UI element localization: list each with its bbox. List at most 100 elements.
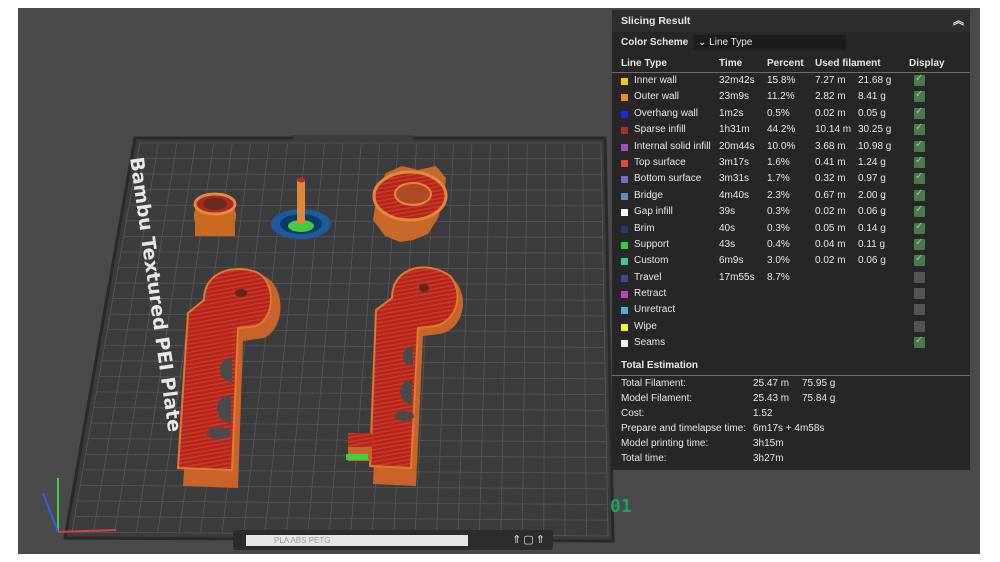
color-scheme-select[interactable]: ⌄ Line Type <box>694 35 846 50</box>
line-time: 40s <box>719 222 736 234</box>
table-row: Sparse infill 1h31m 44.2% 10.14 m 30.25 g <box>612 122 970 138</box>
display-checkbox[interactable] <box>914 122 925 136</box>
line-time: 6m9s <box>719 255 744 267</box>
display-checkbox[interactable] <box>914 155 925 168</box>
table-row: Retract <box>612 286 970 302</box>
display-checkbox[interactable] <box>914 335 925 349</box>
line-length: 2.82 m <box>815 91 846 103</box>
color-swatch <box>621 307 628 315</box>
color-swatch <box>621 176 628 184</box>
estimate-row: Model printing time: 3h15m <box>612 436 970 451</box>
line-time: 43s <box>719 238 736 250</box>
panel-header[interactable]: Slicing Result ︽ <box>612 10 970 32</box>
line-type-name: Internal solid infill <box>634 140 711 152</box>
display-checkbox[interactable] <box>914 89 925 103</box>
line-weight: 0.06 g <box>858 206 886 218</box>
estimate-label: Model printing time: <box>621 437 709 449</box>
color-swatch <box>621 225 628 233</box>
col-used-filament: Used filament <box>815 58 881 69</box>
filament-label: PLA ABS PETG <box>246 535 468 546</box>
line-time: 3m17s <box>719 156 750 168</box>
line-type-name: Sparse infill <box>634 124 686 136</box>
line-time: 23m9s <box>719 91 750 103</box>
line-time: 39s <box>719 206 736 218</box>
line-type-name: Gap infill <box>634 206 673 218</box>
estimate-row: Total Filament: 25.47 m 75.95 g <box>612 376 970 391</box>
col-display: Display <box>909 58 945 69</box>
line-percent: 2.3% <box>767 189 790 201</box>
table-row: Inner wall 32m42s 15.8% 7.27 m 21.68 g <box>612 73 970 89</box>
color-scheme-label: Color Scheme <box>621 37 689 48</box>
display-checkbox[interactable] <box>914 253 925 267</box>
display-checkbox[interactable] <box>914 188 925 201</box>
estimate-label: Cost: <box>621 407 645 419</box>
color-scheme-value: Line Type <box>709 37 753 48</box>
line-percent: 0.3% <box>767 206 790 218</box>
line-percent: 0.4% <box>767 238 790 250</box>
line-type-name: Overhang wall <box>634 107 698 119</box>
line-type-name: Travel <box>634 271 662 283</box>
line-length: 0.04 m <box>815 238 846 250</box>
display-checkbox[interactable] <box>914 271 925 283</box>
line-type-name: Bottom surface <box>634 173 702 185</box>
line-type-name: Seams <box>634 337 666 349</box>
line-percent: 3.0% <box>767 255 790 267</box>
line-length: 0.02 m <box>815 206 846 218</box>
estimate-weight: 75.84 g <box>802 392 836 404</box>
plate-number[interactable]: 01 <box>610 496 632 517</box>
table-row: Custom 6m9s 3.0% 0.02 m 0.06 g <box>612 253 970 269</box>
display-checkbox[interactable] <box>914 139 925 152</box>
color-swatch <box>621 78 628 85</box>
line-weight: 30.25 g <box>858 124 892 136</box>
color-scheme-row: Color Scheme ⌄ Line Type <box>612 32 970 54</box>
display-checkbox[interactable] <box>914 221 925 234</box>
plate-toolbar-icons[interactable]: ⇑▢⇑ <box>512 533 547 546</box>
table-row: Outer wall 23m9s 11.2% 2.82 m 8.41 g <box>612 89 970 105</box>
line-time: 32m42s <box>719 75 755 86</box>
plate-toolbar[interactable]: PLA ABS PETG ⇑▢⇑ <box>233 530 553 550</box>
color-swatch <box>621 274 628 282</box>
color-swatch <box>621 159 628 167</box>
slicing-result-panel: Slicing Result ︽ Color Scheme ⌄ Line Typ… <box>612 10 970 470</box>
table-row: Bottom surface 3m31s 1.7% 0.32 m 0.97 g <box>612 171 970 187</box>
display-checkbox[interactable] <box>914 288 925 300</box>
display-checkbox[interactable] <box>914 237 925 250</box>
line-percent: 44.2% <box>767 124 796 136</box>
display-checkbox[interactable] <box>914 320 925 332</box>
line-percent: 8.7% <box>767 271 790 283</box>
line-type-table-header: Line Type Time Percent Used filament Dis… <box>612 54 970 73</box>
line-weight: 0.06 g <box>858 255 886 267</box>
color-swatch <box>621 340 628 348</box>
estimate-value: 6m17s + 4m58s <box>753 422 825 434</box>
line-percent: 1.6% <box>767 156 790 168</box>
line-type-name: Retract <box>634 288 667 300</box>
chevron-down-icon: ⌄ <box>698 37 707 48</box>
display-checkbox[interactable] <box>914 73 925 86</box>
display-checkbox[interactable] <box>914 106 925 119</box>
estimate-label: Model Filament: <box>621 392 693 404</box>
table-row: Travel 17m55s 8.7% <box>612 270 970 286</box>
estimate-value: 3h15m <box>753 437 784 449</box>
display-checkbox[interactable] <box>914 171 925 185</box>
estimate-value: 3h27m <box>753 452 784 464</box>
line-percent: 15.8% <box>767 75 796 86</box>
display-checkbox[interactable] <box>914 204 925 218</box>
color-swatch <box>621 209 628 217</box>
table-row: Top surface 3m17s 1.6% 0.41 m 1.24 g <box>612 155 970 171</box>
line-percent: 0.3% <box>767 222 790 234</box>
line-length: 10.14 m <box>815 124 852 136</box>
color-swatch <box>621 127 628 135</box>
color-swatch <box>621 94 628 102</box>
estimate-row: Total time: 3h27m <box>612 451 970 466</box>
line-type-name: Wipe <box>634 320 657 332</box>
color-swatch <box>621 192 628 200</box>
estimate-label: Total time: <box>621 452 667 464</box>
estimate-label: Total Filament: <box>621 377 687 389</box>
col-percent: Percent <box>767 58 804 69</box>
display-checkbox[interactable] <box>914 304 925 316</box>
line-percent: 10.0% <box>767 140 796 152</box>
line-time: 17m55s <box>719 271 755 283</box>
table-row: Brim 40s 0.3% 0.05 m 0.14 g <box>612 221 970 237</box>
collapse-icon[interactable]: ︽ <box>953 10 964 32</box>
line-type-name: Inner wall <box>634 75 677 86</box>
